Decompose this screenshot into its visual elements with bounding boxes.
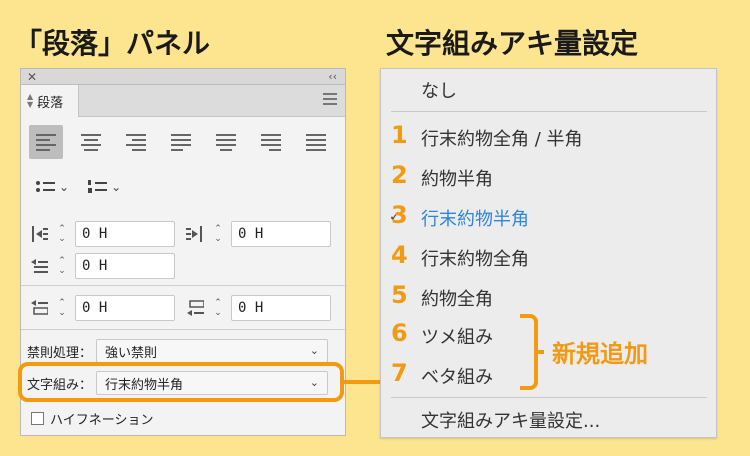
menu-item-4[interactable]: 行末約物全角 [421,245,529,271]
right-indent-stepper[interactable]: ⌃ ⌄ [209,221,227,247]
menu-item-settings[interactable]: 文字組みアキ量設定... [421,407,600,433]
right-indent-field[interactable]: 0 H [231,221,331,247]
panel-title-bar: ✕ ‹‹ [21,69,345,85]
justify-center-button[interactable] [209,125,243,159]
menu-item-3[interactable]: 行末約物半角 [421,205,529,231]
align-right-button[interactable] [119,125,153,159]
first-line-indent-stepper[interactable]: ⌃ ⌄ [53,253,71,279]
space-before-row: ⌃ ⌄ 0 H [29,295,175,321]
left-indent-row: ⌃ ⌄ 0 H [29,221,175,247]
chevron-down-icon: ⌄ [309,344,320,357]
menu-number: 1 [391,121,408,149]
divider [21,329,347,330]
tab-toggle-icon[interactable]: ▲ ▼ [27,93,33,109]
right-indent-row: ⌃ ⌄ 0 H [185,221,331,247]
kinsoku-label: 禁則処理： [27,345,93,361]
first-line-indent-icon [29,256,49,276]
menu-item-6[interactable]: ツメ組み [421,323,493,349]
justify-all-button[interactable] [299,125,333,159]
chevron-down-icon: ⌄ [111,180,122,194]
highlight-connector [344,380,380,384]
space-after-row: ⌃ ⌄ 0 H [185,295,331,321]
mojikumi-menu: なし 1 行末約物全角 / 半角 2 約物半角 ✓ 3 行末約物半角 4 行末約… [380,68,717,438]
bracket-tick [534,350,544,354]
bullet-list-dropdown[interactable]: ⌄ [35,179,69,195]
menu-item-5[interactable]: 約物全角 [421,285,493,311]
chevron-down-icon: ⌄ [59,180,70,194]
kinsoku-value: 強い禁則 [105,345,158,361]
panel-menu-icon[interactable] [323,93,337,108]
menu-separator [391,397,707,398]
menu-item-none[interactable]: なし [421,77,457,103]
hyphenation-label: ハイフネーション [50,413,154,428]
menu-number: 6 [391,319,408,347]
bullet-list-icon [36,181,55,192]
divider [21,285,347,286]
panel-heading: 「段落」パネル [14,27,211,60]
justify-right-button[interactable] [254,125,288,159]
menu-item-2[interactable]: 約物半角 [421,165,493,191]
menu-number: 4 [391,241,408,269]
numbered-list-icon [88,180,108,193]
menu-number: 7 [391,359,408,387]
space-before-stepper[interactable]: ⌃ ⌄ [53,295,71,321]
kinsoku-row: 禁則処理： 強い禁則 ⌄ [27,339,329,363]
alignment-buttons [29,125,333,159]
new-items-label: 新規追加 [552,340,648,368]
close-icon[interactable]: ✕ [27,69,37,85]
space-before-field[interactable]: 0 H [75,295,175,321]
right-indent-icon [185,224,205,244]
space-after-stepper[interactable]: ⌃ ⌄ [209,295,227,321]
list-controls: ⌄ ⌄ [35,179,121,195]
first-line-indent-row: ⌃ ⌄ 0 H [29,253,175,279]
menu-separator [391,111,707,112]
menu-number: 3 [391,201,408,229]
kinsoku-select[interactable]: 強い禁則 ⌄ [96,339,329,363]
panel-tab-row: ▲ ▼ 段落 [21,85,345,117]
numbered-list-dropdown[interactable]: ⌄ [87,179,121,195]
space-after-field[interactable]: 0 H [231,295,331,321]
hyphenation-row: ハイフネーション [31,409,153,428]
space-before-icon [29,298,49,318]
left-indent-icon [29,224,49,244]
hyphenation-checkbox[interactable] [31,412,44,425]
menu-number: 2 [391,161,408,189]
mojikumi-highlight [18,362,344,402]
menu-heading: 文字組みアキ量設定 [386,27,639,60]
first-line-indent-field[interactable]: 0 H [75,253,175,279]
left-indent-stepper[interactable]: ⌃ ⌄ [53,221,71,247]
align-center-button[interactable] [74,125,108,159]
justify-left-button[interactable] [164,125,198,159]
align-left-button[interactable] [29,125,63,159]
tab-paragraph[interactable]: ▲ ▼ 段落 [21,85,79,117]
space-after-icon [185,298,205,318]
menu-item-1[interactable]: 行末約物全角 / 半角 [421,125,583,151]
menu-item-7[interactable]: ベタ組み [421,363,493,389]
menu-number: 5 [391,281,408,309]
tab-label: 段落 [37,95,64,111]
collapse-icon[interactable]: ‹‹ [328,69,337,85]
left-indent-field[interactable]: 0 H [75,221,175,247]
